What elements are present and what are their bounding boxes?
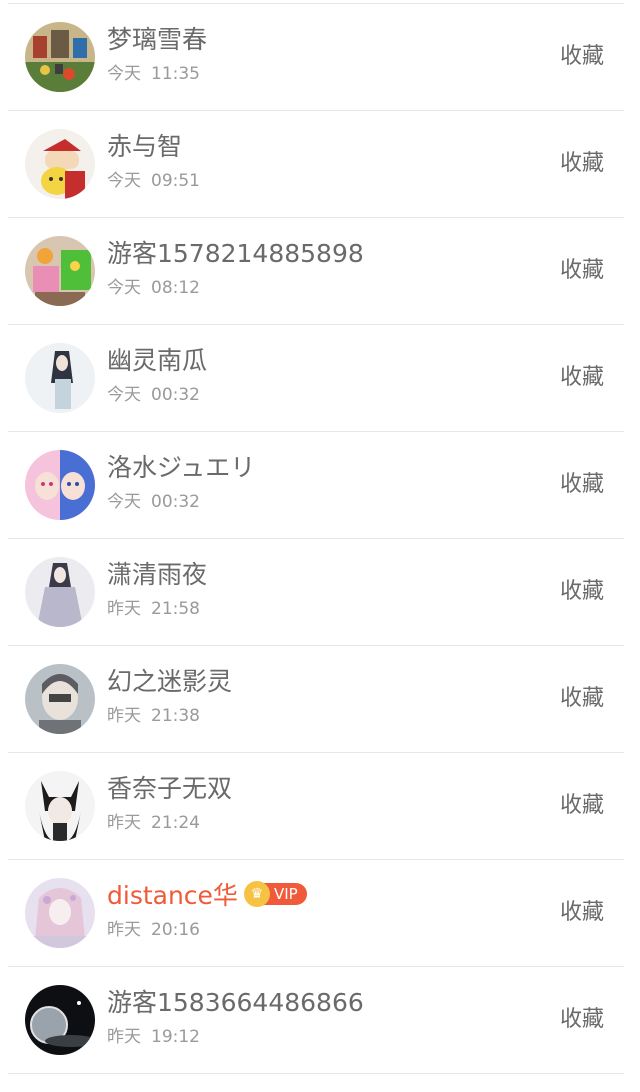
- user-name: 潇清雨夜: [107, 560, 208, 589]
- user-name: 游客1583664486866: [107, 988, 364, 1017]
- user-name: 梦璃雪春: [107, 25, 208, 54]
- favorite-button[interactable]: 收藏: [560, 577, 604, 607]
- visit-day: 今天: [107, 171, 141, 191]
- visit-time: 昨天 21:24: [107, 812, 200, 834]
- visit-time: 今天 09:51: [107, 170, 200, 192]
- visit-time: 昨天 19:12: [107, 1026, 200, 1048]
- favorite-button[interactable]: 收藏: [560, 791, 604, 821]
- favorite-button[interactable]: 收藏: [560, 149, 604, 179]
- user-name: 游客1578214885898: [107, 239, 364, 268]
- visit-day: 昨天: [107, 706, 141, 726]
- favorite-button[interactable]: 收藏: [560, 42, 604, 72]
- visit-clock: 00:32: [151, 385, 200, 405]
- visit-time: 今天 00:32: [107, 491, 200, 513]
- visit-clock: 11:35: [151, 64, 200, 84]
- visit-day: 昨天: [107, 599, 141, 619]
- visit-clock: 21:38: [151, 706, 200, 726]
- favorite-button[interactable]: 收藏: [560, 1005, 604, 1035]
- list-item[interactable]: 游客1578214885898 今天 08:12 收藏: [8, 218, 624, 325]
- list-item[interactable]: 洛水ジュエリ 今天 00:32 收藏: [8, 432, 624, 539]
- user-name: 幽灵南瓜: [107, 346, 208, 375]
- list-item[interactable]: distance华 ♛ VIP 昨天 20:16 收藏: [8, 860, 624, 967]
- avatar[interactable]: [25, 343, 95, 413]
- vip-badge: ♛ VIP: [243, 881, 307, 907]
- favorite-button[interactable]: 收藏: [560, 256, 604, 286]
- visit-day: 今天: [107, 64, 141, 84]
- visit-day: 今天: [107, 385, 141, 405]
- visit-clock: 08:12: [151, 278, 200, 298]
- visit-clock: 21:24: [151, 813, 200, 833]
- visit-day: 今天: [107, 492, 141, 512]
- favorite-user-list: 梦璃雪春 今天 11:35 收藏 赤与智 今天 09:51 收藏 游客15782…: [0, 3, 640, 1074]
- avatar[interactable]: [25, 129, 95, 199]
- user-name: 赤与智: [107, 132, 183, 161]
- list-item[interactable]: 幻之迷影灵 昨天 21:38 收藏: [8, 646, 624, 753]
- list-item[interactable]: 梦璃雪春 今天 11:35 收藏: [8, 4, 624, 111]
- visit-day: 昨天: [107, 813, 141, 833]
- visit-day: 今天: [107, 278, 141, 298]
- visit-clock: 09:51: [151, 171, 200, 191]
- visit-day: 昨天: [107, 1027, 141, 1047]
- avatar[interactable]: [25, 664, 95, 734]
- list-item[interactable]: 游客1583664486866 昨天 19:12 收藏: [8, 967, 624, 1074]
- user-name: 香奈子无双: [107, 774, 233, 803]
- visit-clock: 00:32: [151, 492, 200, 512]
- vip-user-name: distance华: [107, 881, 238, 910]
- avatar[interactable]: [25, 557, 95, 627]
- favorite-button[interactable]: 收藏: [560, 470, 604, 500]
- visit-clock: 20:16: [151, 920, 200, 940]
- visit-time: 今天 11:35: [107, 63, 200, 85]
- visit-clock: 19:12: [151, 1027, 200, 1047]
- visit-day: 昨天: [107, 920, 141, 940]
- avatar[interactable]: [25, 236, 95, 306]
- visit-time: 昨天 21:38: [107, 705, 200, 727]
- list-item[interactable]: 潇清雨夜 昨天 21:58 收藏: [8, 539, 624, 646]
- favorite-button[interactable]: 收藏: [560, 363, 604, 393]
- visit-time: 昨天 20:16: [107, 919, 200, 941]
- favorite-button[interactable]: 收藏: [560, 898, 604, 928]
- crown-icon: ♛: [243, 881, 270, 907]
- visit-time: 今天 08:12: [107, 277, 200, 299]
- user-name: distance华 ♛ VIP: [107, 880, 307, 912]
- avatar[interactable]: [25, 878, 95, 948]
- avatar[interactable]: [25, 771, 95, 841]
- list-item[interactable]: 幽灵南瓜 今天 00:32 收藏: [8, 325, 624, 432]
- visit-clock: 21:58: [151, 599, 200, 619]
- avatar[interactable]: [25, 985, 95, 1055]
- avatar[interactable]: [25, 450, 95, 520]
- visit-time: 今天 00:32: [107, 384, 200, 406]
- list-item[interactable]: 香奈子无双 昨天 21:24 收藏: [8, 753, 624, 860]
- user-name: 幻之迷影灵: [107, 667, 233, 696]
- favorite-button[interactable]: 收藏: [560, 684, 604, 714]
- avatar[interactable]: [25, 22, 95, 92]
- list-item[interactable]: 赤与智 今天 09:51 收藏: [8, 111, 624, 218]
- user-name: 洛水ジュエリ: [107, 453, 256, 482]
- visit-time: 昨天 21:58: [107, 598, 200, 620]
